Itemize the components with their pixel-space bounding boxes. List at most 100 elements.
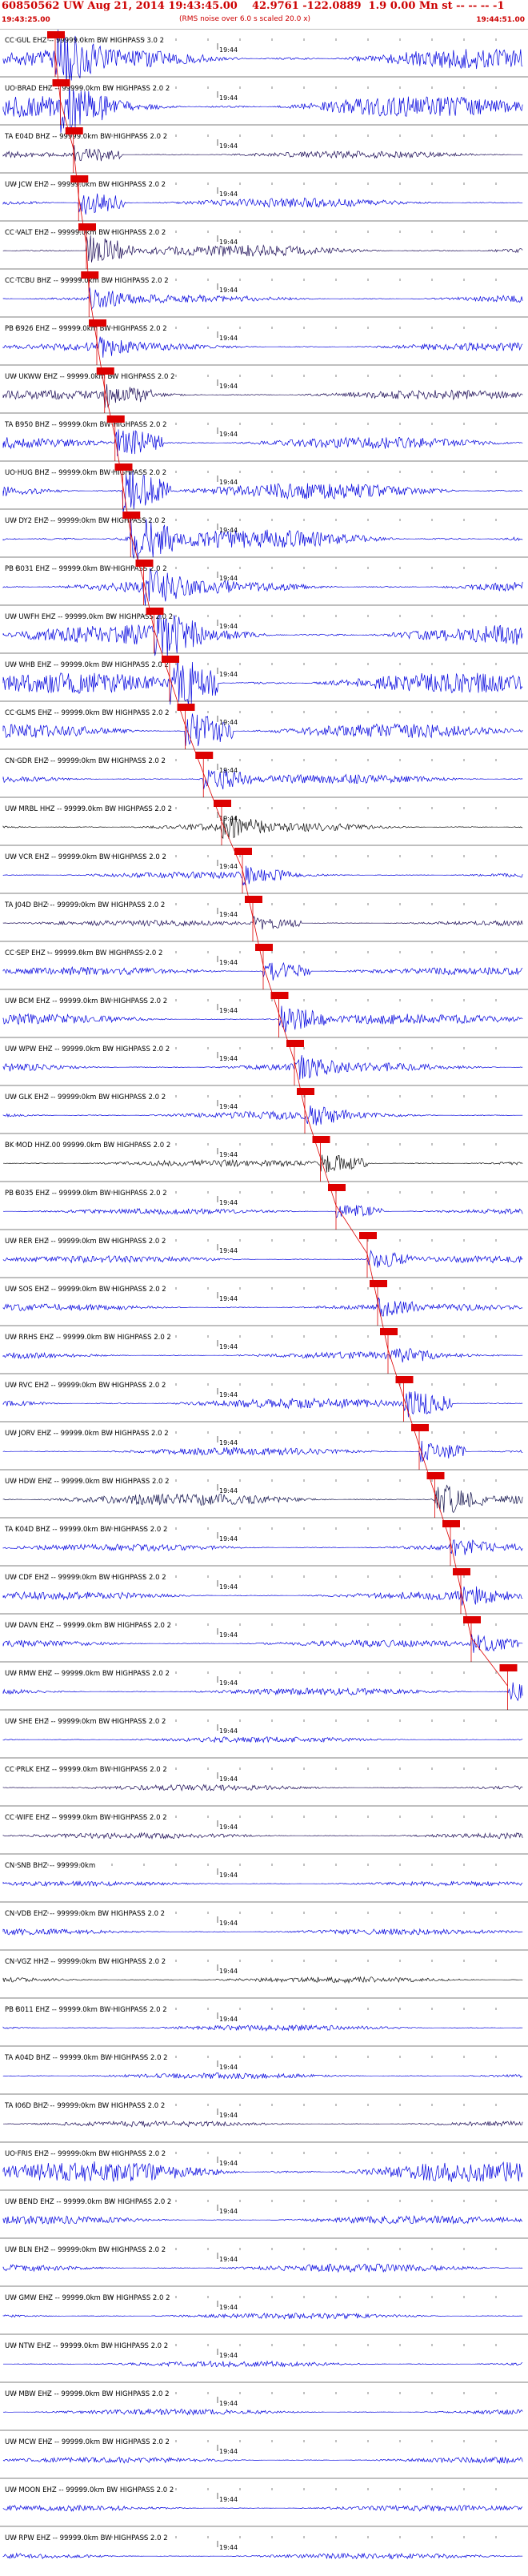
minute-tick-label: 19:44 [219,2400,238,2407]
channel-label: UW CDF EHZ -- 99999.0km BW HIGHPASS 2.0 … [5,1574,166,1582]
waveform-trace [2,2313,523,2320]
waveform-trace [2,429,523,456]
seismogram-plot: CC GUL EHZ -- 99999.0km BW HIGHPASS 3.0 … [0,29,528,2560]
minute-tick-label: 19:44 [219,335,238,342]
channel-label: UW RMW EHZ -- 99999.0km BW HIGHPASS 2.0 … [5,1670,170,1678]
channel-label: TA I06D BHZ -- 99999.0km BW HIGHPASS 2.0… [4,2102,165,2110]
pick-marker [453,1568,470,1575]
channel-label: UW BLN EHZ -- 99999.0km BW HIGHPASS 2.0 … [5,2246,166,2254]
header: 60850562 UW Aug 21, 2014 19:43:45.00 42.… [0,0,528,29]
waveform-trace [2,1736,523,1743]
pick-marker [81,271,99,279]
waveform-trace [2,287,523,311]
channel-label: TA B950 BHZ -- 99999.0km BW HIGHPASS 2.0… [4,421,166,429]
channel-label: UW RER EHZ -- 99999.0km BW HIGHPASS 2.0 … [5,1238,166,1246]
minute-tick-label: 19:44 [219,1247,238,1254]
channel-label: UW MOON EHZ -- 99999.0km BW HIGHPASS 2.0… [5,2486,174,2494]
waveform-trace [2,383,523,408]
channel-label: UW RVC EHZ -- 99999.0km BW HIGHPASS 2.0 … [5,1382,166,1390]
pick-marker [499,1664,518,1671]
channel-label: UW NTW EHZ -- 99999.0km BW HIGHPASS 2.0 … [5,2342,168,2350]
pick-marker [114,463,133,471]
pick-marker [122,512,141,519]
minute-tick-label: 19:44 [219,1055,238,1062]
waveform-trace [2,1634,523,1653]
minute-tick-label: 19:44 [219,1343,238,1350]
channel-label: UW SOS EHZ -- 99999.0km BW HIGHPASS 2.0 … [5,1286,166,1294]
pick-marker [255,944,273,951]
minute-tick-label: 19:44 [219,671,238,678]
minute-tick-label: 19:44 [219,767,238,774]
channel-label: TA K04D BHZ -- 99999.0km BW HIGHPASS 2.0… [4,1526,167,1534]
waveform-trace [2,915,523,930]
rms-subtitle: (RMS noise over 6.0 s scaled 20.0 x) [179,15,311,23]
channel-label: UW SHE EHZ -- 99999.0km BW HIGHPASS 2.0 … [5,1718,166,1726]
minute-tick-label: 19:44 [219,1535,238,1543]
waveform-trace [2,1928,523,1936]
waveform-trace [2,1297,523,1317]
minute-tick-label: 19:44 [219,2496,238,2503]
pick-marker [96,367,114,375]
minute-tick-label: 19:44 [219,2064,238,2071]
minute-tick-label: 19:44 [219,719,238,726]
channel-label: CC WIFE EHZ -- 99999.0km BW HIGHPASS 2.0… [5,1814,167,1822]
channel-label: BK MOD HHZ.00 99999.0km BW HIGHPASS 2.0 … [5,1142,170,1150]
waveform-trace [2,1347,523,1362]
minute-tick-label: 19:44 [219,1295,238,1302]
channel-label: TA J04D BHZ -- 99999.0km BW HIGHPASS 2.0… [4,901,165,909]
pick-marker [214,800,231,807]
minute-tick-label: 19:44 [219,239,238,246]
waveform-trace [2,519,523,564]
channel-label: UW GMW EHZ -- 99999.0km BW HIGHPASS 2.0 … [5,2294,170,2302]
waveform-trace [2,2263,523,2273]
minute-tick-label: 19:44 [219,1631,238,1639]
minute-tick-label: 19:44 [219,1199,238,1206]
pick-marker [359,1232,377,1239]
channel-label: UW VCR EHZ -- 99999.0km BW HIGHPASS 2.0 … [5,853,166,861]
minute-tick-label: 19:44 [219,1776,238,1783]
event-title: 60850562 UW Aug 21, 2014 19:43:45.00 42.… [2,0,505,12]
minute-tick-label: 19:44 [219,287,238,294]
channel-label: CC PRLK EHZ -- 99999.0km BW HIGHPASS 2.0… [5,1766,167,1774]
waveform-trace [2,1784,523,1792]
pick-marker [106,415,125,423]
waveform-trace [2,865,523,886]
channel-label: CN VGZ HHZ -- 99999.0km BW HIGHPASS 2.0 … [5,1958,166,1966]
minute-tick-label: 19:44 [219,1872,238,1879]
waveform-trace [3,2120,523,2128]
minute-tick-label: 19:44 [219,2256,238,2263]
channel-label: TA A04D BHZ -- 99999.0km BW HIGHPASS 2.0… [4,2054,168,2062]
pick-marker [89,319,106,327]
waveform-trace [2,2456,523,2465]
minute-tick-label: 19:44 [219,2544,238,2551]
minute-tick-label: 19:44 [219,1968,238,1975]
pick-marker [78,223,96,231]
minute-tick-label: 19:44 [219,383,238,390]
waveform-trace [2,2024,523,2032]
pick-marker [463,1616,481,1623]
channel-label: PB B926 EHZ -- 99999.0km BW HIGHPASS 2.0… [5,325,167,333]
pick-marker [370,1280,387,1287]
minute-tick-label: 19:44 [219,1439,238,1446]
waveform-trace [2,145,523,162]
waveform-trace [2,1250,523,1268]
minute-tick-label: 19:44 [219,46,238,54]
waveform-trace [2,1390,523,1418]
minute-tick-label: 19:44 [219,1487,238,1495]
waveform-trace [2,1484,523,1514]
waveform-trace [2,568,523,606]
channel-label: CN GDR EHZ -- 99999.0km BW HIGHPASS 2.0 … [5,757,166,765]
waveform-trace [2,1205,523,1218]
waveform-trace [2,2215,523,2225]
minute-tick-label: 19:44 [219,479,238,486]
minute-tick-label: 19:44 [219,527,238,534]
waveform-trace [2,1832,523,1840]
channel-label: UW DAVN EHZ -- 99999.0km BW HIGHPASS 2.0… [5,1622,171,1630]
start-time: 19:43:25.00 [2,16,50,24]
waveform-trace [2,1054,523,1080]
channel-label: UW MCW EHZ -- 99999.0km BW HIGHPASS 2.0 … [5,2438,170,2446]
waveform-trace [2,1539,523,1556]
minute-tick-label: 19:44 [219,2352,238,2359]
pick-marker [146,608,164,615]
waveform-trace [2,2504,523,2512]
